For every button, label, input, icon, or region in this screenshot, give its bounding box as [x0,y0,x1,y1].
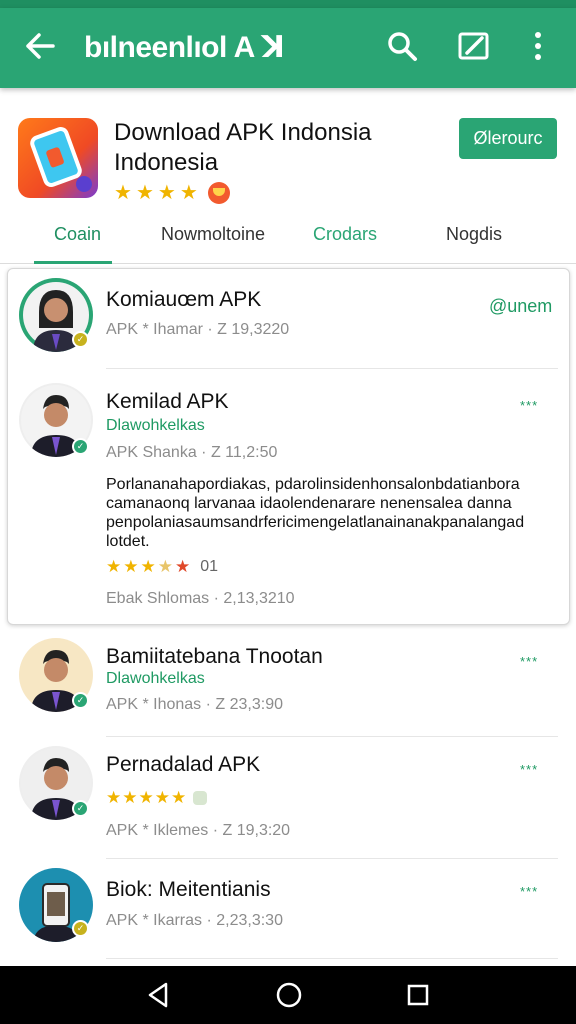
list-item[interactable]: ✓ Komiauœm APK APK * Ihamar · Z 19,3220 … [0,276,576,368]
verified-badge-icon: ✓ [72,692,89,709]
star-icon: ★ [179,182,198,204]
item-meta: APK * Ihonas · Z 23,3:90 [106,696,283,713]
app-header: Download APK Indonsia Indonesia ★ ★ ★ ★ … [0,96,576,268]
item-title: Kemilad APK [106,390,229,413]
item-title: Pernadalad APK [106,753,261,776]
star-icon: ★ [140,557,156,576]
star-icon: ★ [123,557,139,576]
item-title: Biok: Meitentianis [106,878,271,901]
tab-nowmoltoine[interactable]: Nowmoltoine [161,224,265,245]
item-subtitle: Dlawohkelkas [106,670,205,687]
search-icon[interactable] [384,28,420,64]
list-item[interactable]: ✓ Biok: Meitentianis APK * Ikarras · 2,2… [0,866,576,958]
list-item[interactable]: ✓ Kemilad APK Dlawohkelkas APK Shanka · … [0,380,576,620]
app-badge-icon [193,791,208,805]
star-icon: ★ [122,788,138,807]
status-bar [0,0,576,8]
active-tab-indicator [34,261,112,264]
tab-coain[interactable]: Coain [54,224,101,245]
item-tag[interactable]: *** [520,762,538,777]
item-rating: ★ ★ ★ ★ ★ [106,788,208,808]
edit-icon[interactable] [456,28,492,64]
list-item[interactable]: ✓ Bamiitatebana Tnootan Dlawohkelkas APK… [0,636,576,736]
list-item[interactable]: ✓ Pernadalad APK ★ ★ ★ ★ ★ APK * Iklemes… [0,744,576,856]
app-logo-icon [18,118,98,198]
star-icon: ★ [157,182,176,204]
tab-nogdis[interactable]: Nogdis [446,224,502,245]
verified-badge-icon: ✓ [72,920,89,937]
star-icon: ★ [157,557,173,576]
divider [106,858,558,859]
item-title: Bamiitatebana Tnootan [106,645,323,668]
verified-badge-icon: ✓ [72,800,89,817]
item-rating: ★ ★ ★ ★ ★ 01 [106,557,218,577]
star-icon: ★ [114,182,132,204]
divider [106,736,558,737]
star-icon: ★ [138,788,154,807]
app-bar: bılneenlıol A ꓘ [0,8,576,88]
app-rating: ★ ★ ★ ★ [114,182,230,204]
item-meta: APK * Iklemes · Z 19,3:20 [106,822,291,839]
item-meta: APK Shanka · Z 11,2:50 [106,444,278,461]
nav-home-icon[interactable] [274,980,304,1010]
more-vert-icon[interactable] [520,28,556,64]
rating-count: 01 [200,558,219,575]
star-icon: ★ [135,182,154,204]
star-icon: ★ [154,788,170,807]
item-description: Porlananahapordiakas, pdarolinsidenhonsa… [106,476,525,550]
nav-back-icon[interactable] [143,980,173,1010]
app-bar-title: bılneenlıol A ꓘ [84,31,285,64]
star-icon: ★ [106,788,122,807]
item-tag[interactable]: *** [520,654,538,669]
divider [106,958,558,959]
divider [106,368,558,369]
tab-bar: Coain Nowmoltoine Crodars Nogdis [0,208,576,264]
verified-badge-icon: ✓ [72,331,89,348]
star-icon: ★ [175,557,191,576]
item-tag[interactable]: @unem [489,296,552,317]
item-meta: Ebak Shlomas · 2,13,3210 [106,590,295,607]
app-name: Download APK Indonsia Indonesia [114,119,372,176]
system-nav-bar [0,966,576,1024]
item-meta: APK * Ihamar · Z 19,3220 [106,321,290,338]
install-button[interactable]: Ølerourc [459,118,557,159]
item-meta: APK * Ikarras · 2,23,3:30 [106,912,283,929]
item-title: Komiauœm APK [106,288,262,311]
emoji-icon [207,182,230,204]
star-icon: ★ [106,557,122,576]
verified-badge-icon: ✓ [72,438,89,455]
item-tag[interactable]: *** [520,398,538,413]
star-icon: ★ [171,788,187,807]
arrow-left-icon[interactable] [22,28,58,64]
nav-recents-icon[interactable] [403,980,433,1010]
item-subtitle: Dlawohkelkas [106,417,205,434]
tab-crodars[interactable]: Crodars [313,224,377,245]
item-tag[interactable]: *** [520,884,538,899]
